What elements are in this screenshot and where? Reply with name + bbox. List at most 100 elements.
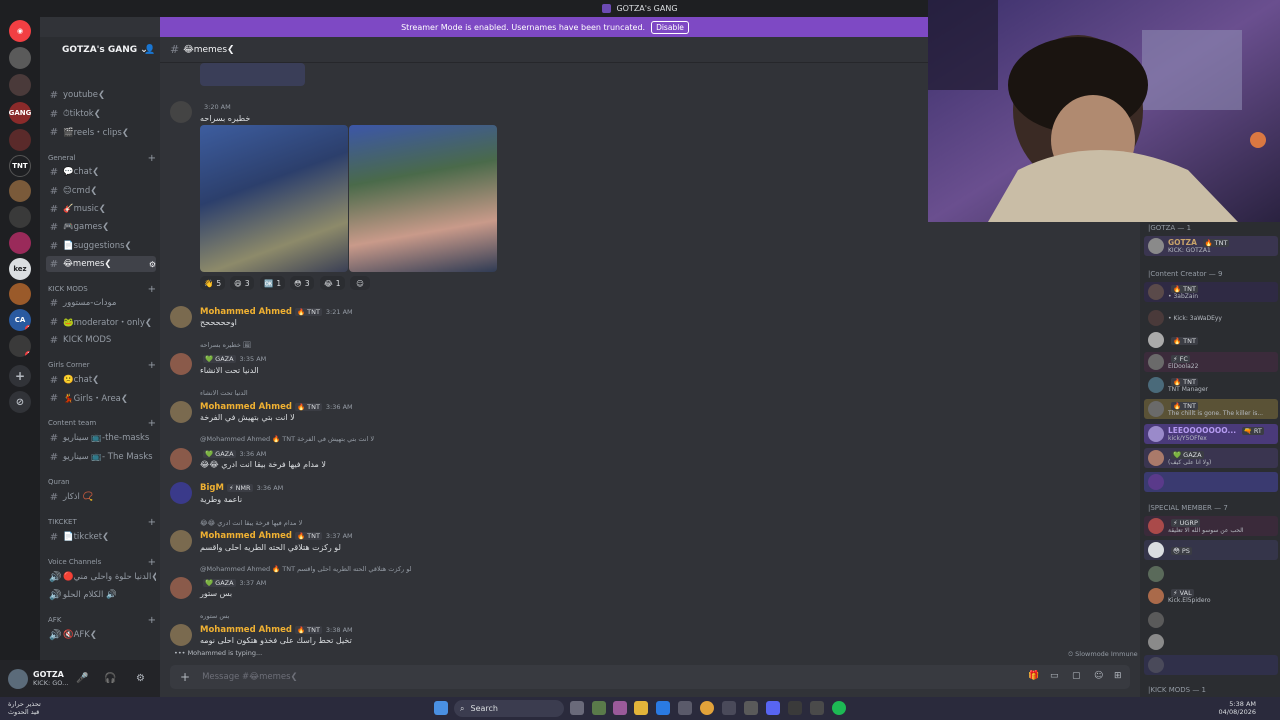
avatar[interactable] <box>170 530 192 552</box>
message-author[interactable]: 3:20 AM <box>200 102 231 112</box>
taskbar-clock[interactable]: 5:38 AM 04/08/2026 <box>1219 700 1256 716</box>
avatar[interactable] <box>8 668 28 689</box>
channel-the-masks-2[interactable]: # سيناريو 📺- The Masks <box>46 449 156 465</box>
channel-kick-mods-2[interactable]: # KICK MODS <box>46 332 156 348</box>
member-item[interactable]: GOTZA 🔥 TNT KICK: GOTZA1 <box>1144 236 1278 256</box>
message-author[interactable]: Mohammed Ahmed 🔥 TNT 3:36 AM <box>200 402 353 412</box>
voice-channel-afk[interactable]: 🔊 🔇AFK❮ <box>46 627 156 643</box>
member-item[interactable]: ⚡ UGRP الحب عن سوسو الله الا تعليقة <box>1144 516 1278 536</box>
member-item[interactable]: 🔥 TNT The chillt is gone. The killer is..… <box>1144 399 1278 419</box>
member-item[interactable] <box>1144 610 1278 630</box>
reply-preview[interactable]: خطيره بسراحه 🖼 <box>200 341 251 349</box>
app-icon[interactable] <box>722 701 736 715</box>
plus-icon[interactable]: + <box>148 360 156 371</box>
channel-suggestions[interactable]: # 📄suggestions❮ <box>46 238 156 254</box>
message-author[interactable]: 💚 GAZA 3:35 AM <box>200 354 266 364</box>
message-author[interactable]: BigM ⚡ NMR 3:36 AM <box>200 483 283 493</box>
avatar[interactable] <box>170 448 192 470</box>
gif-icon[interactable]: ▭ <box>1050 671 1059 681</box>
plus-icon[interactable]: + <box>148 284 156 295</box>
task-view-icon[interactable] <box>570 701 584 715</box>
server-icon[interactable] <box>9 129 31 151</box>
message-author[interactable]: 💚 GAZA 3:36 AM <box>200 449 266 459</box>
reaction[interactable]: 😳 3 <box>290 276 314 290</box>
channel-kick-mods[interactable]: # مودات-مستوور <box>46 295 156 311</box>
category-voice-channels[interactable]: Voice Channels + <box>48 556 156 568</box>
image-attachment[interactable] <box>200 63 305 86</box>
avatar[interactable] <box>170 482 192 504</box>
channel-chat[interactable]: # 💬chat❮ <box>46 164 156 180</box>
message-input[interactable]: Message #😂memes❮ <box>202 672 298 682</box>
server-header[interactable]: GOTZA's GANG ⌄ 👤 <box>40 37 160 63</box>
reply-preview[interactable]: الدنيا تحت الانشاء <box>200 389 248 397</box>
reply-preview[interactable]: 😂😂 لا مدام فيها فرخة يبقا انت ادري <box>200 519 302 527</box>
member-item[interactable] <box>1144 564 1278 584</box>
channel-cmd[interactable]: # 😊cmd❮ <box>46 183 156 199</box>
server-icon[interactable] <box>9 232 31 254</box>
avatar[interactable] <box>170 306 192 328</box>
category-girls-corner[interactable]: Girls Corner + <box>48 359 156 371</box>
discord-home-icon[interactable]: ◉ <box>9 20 31 42</box>
avatar[interactable] <box>170 624 192 646</box>
category-content-team[interactable]: Content team + <box>48 417 156 429</box>
member-item[interactable] <box>1144 472 1278 492</box>
category-afk[interactable]: AFK + <box>48 614 156 626</box>
member-item[interactable]: 🔥 TNT • 3abZain <box>1144 282 1278 302</box>
member-item[interactable]: ⚡ VAL Kick.El5pidero <box>1144 586 1278 606</box>
channel-azkar[interactable]: # اذكار 📿 <box>46 489 156 505</box>
app-icon[interactable] <box>613 701 627 715</box>
server-icon[interactable]: kez <box>9 258 31 280</box>
avatar[interactable] <box>170 577 192 599</box>
channel-girls-chat[interactable]: # 🙁chat❮ <box>46 372 156 388</box>
member-item[interactable]: 💚 GAZA (ولا انا على كيف) <box>1144 448 1278 468</box>
image-attachment[interactable] <box>349 125 497 272</box>
reply-preview[interactable]: @Mohammed Ahmed 🔥 TNT لو ركزت هتلاقي الح… <box>200 565 412 573</box>
channel-the-masks[interactable]: # سيناريو 📺-the-masks <box>46 430 156 446</box>
app-icon[interactable] <box>810 701 824 715</box>
channel-memes[interactable]: # 😂memes❮ ⚙ <box>46 256 156 272</box>
spotify-icon[interactable] <box>832 701 846 715</box>
member-item[interactable] <box>1144 655 1278 675</box>
category-ticket[interactable]: TIKCKET + <box>48 516 156 528</box>
app-icon[interactable] <box>592 701 606 715</box>
server-icon[interactable]: TNT <box>9 155 31 177</box>
app-icon[interactable] <box>788 701 802 715</box>
file-explorer-icon[interactable] <box>634 701 648 715</box>
plus-icon[interactable]: + <box>148 418 156 429</box>
start-icon[interactable] <box>434 701 448 715</box>
server-icon[interactable]: 1 <box>9 335 31 357</box>
obs-icon[interactable] <box>744 701 758 715</box>
reaction[interactable]: 😄 3 <box>230 276 254 290</box>
server-icon[interactable] <box>9 206 31 228</box>
category-quran[interactable]: Quran <box>48 476 156 488</box>
member-item[interactable]: 😳 PS <box>1144 540 1278 560</box>
add-reaction-icon[interactable]: ☺ <box>350 276 370 290</box>
channel-youtube[interactable]: # youtube❮ <box>46 87 156 103</box>
settings-icon[interactable]: ⚙ <box>136 673 145 684</box>
channel-tiktok[interactable]: # ⏱tiktok❮ <box>46 106 156 122</box>
avatar[interactable] <box>170 353 192 375</box>
message-author[interactable]: Mohammed Ahmed 🔥 TNT 3:38 AM <box>200 625 353 635</box>
server-icon[interactable] <box>9 283 31 305</box>
voice-channel-1[interactable]: 🔊🔴الدنيا حلوة واحلى مني❮ <box>46 569 156 585</box>
category-general[interactable]: General + <box>48 152 156 164</box>
settings-icon[interactable]: ⚙ <box>149 260 156 269</box>
discord-icon[interactable] <box>766 701 780 715</box>
reaction[interactable]: 🆗 1 <box>260 276 286 290</box>
message-author[interactable]: 💚 GAZA 3:37 AM <box>200 578 266 588</box>
microphone-icon[interactable]: 🎤 <box>76 673 88 684</box>
voice-channel-2[interactable]: 🔊 الكلام الحلو 🔊 <box>46 587 156 603</box>
reaction[interactable]: 😂 1 <box>320 276 345 290</box>
plus-icon[interactable]: + <box>148 557 156 568</box>
member-item[interactable]: ⚡ FC ElDoola22 <box>1144 352 1278 372</box>
member-item[interactable]: LEEOOOOOOO... 🔫 RT kick/Y5OFfex <box>1144 424 1278 444</box>
discover-icon[interactable]: ⊘ <box>9 391 31 413</box>
avatar[interactable] <box>170 101 192 123</box>
image-attachment[interactable] <box>200 125 348 272</box>
channel-moderator-only[interactable]: # 🐸moderator・only❮ <box>46 314 156 330</box>
plus-icon[interactable]: + <box>180 670 190 684</box>
avatar[interactable] <box>170 401 192 423</box>
plus-icon[interactable]: + <box>148 153 156 164</box>
server-icon[interactable] <box>9 180 31 202</box>
gift-icon[interactable]: 🎁 <box>1028 671 1039 681</box>
